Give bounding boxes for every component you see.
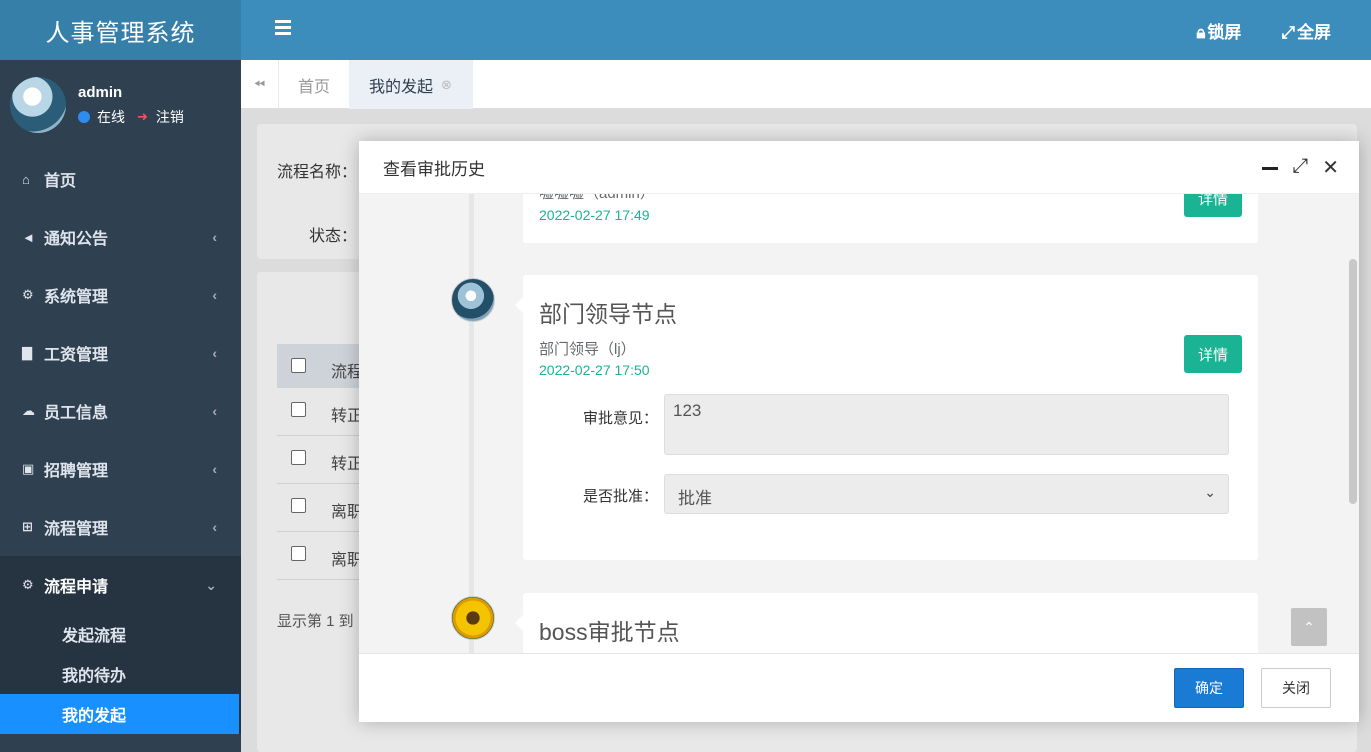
online-status-icon (78, 110, 90, 123)
tab-home[interactable]: 首页 (298, 60, 330, 109)
app-brand: 人事管理系统 (0, 0, 241, 60)
timeline-entry: 部门领导节点 部门领导（lj） 2022-02-27 17:50 详情 审批意见… (515, 275, 1258, 560)
pagination-info: 显示第 1 到 (277, 613, 354, 630)
entry-title: 部门领导节点 (539, 301, 677, 327)
row-checkbox[interactable] (291, 402, 306, 417)
submenu: 发起流程 我的待办 我的发起 (0, 614, 241, 734)
approve-select[interactable]: 批准 ⌄ (664, 474, 1229, 514)
row-checkbox[interactable] (291, 498, 306, 513)
close-icon[interactable]: ✕ (1322, 155, 1339, 180)
entry-title: boss审批节点 (539, 619, 680, 645)
chevron-left-icon: ‹ (212, 519, 217, 535)
row-checkbox[interactable] (291, 450, 306, 465)
approval-history-modal: 查看审批历史 ⤢ ✕ 嘘嘘嘘（admin） 2022-02-27 17:49 详… (359, 141, 1359, 722)
close-button[interactable]: 关闭 (1261, 668, 1331, 708)
nav-system[interactable]: ⚙ 系统管理 ‹ (0, 266, 241, 324)
maximize-icon[interactable]: ⤢ (1292, 155, 1308, 180)
bar-chart-icon: ▇ (22, 345, 32, 360)
chevron-left-icon: ‹ (212, 403, 217, 419)
modal-title: 查看审批历史 (383, 159, 485, 179)
opinion-textarea[interactable]: 123 (664, 394, 1229, 455)
bullhorn-icon: ◄ (22, 229, 35, 245)
tabs-bar: ⏪︎ 首页 我的发起 ⊗ (241, 60, 1371, 109)
chevron-left-icon: ‹ (212, 229, 217, 245)
timeline-entry: 嘘嘘嘘（admin） 2022-02-27 17:49 详情 (523, 194, 1258, 243)
process-name-label: 流程名称： (277, 164, 358, 181)
nav-recruit[interactable]: ▣ 招聘管理 ‹ (0, 440, 241, 498)
chevron-left-icon: ‹ (212, 461, 217, 477)
avatar (451, 596, 495, 640)
sidebar: 人事管理系统 admin 在线 ➜ 注销 ⌂ 首页 ◄ 通知公告 ‹ ⚙ 系统管理 ‹ ▇… (0, 0, 241, 752)
user-panel: admin 在线 ➜ 注销 (0, 60, 241, 150)
nav-process-apply[interactable]: ⚙ 流程申请 ⌄ (0, 556, 241, 614)
logout-link[interactable]: 注销 (156, 107, 184, 127)
nav-home[interactable]: ⌂ 首页 (0, 150, 241, 208)
menu-toggle-icon[interactable] (275, 20, 291, 38)
chevron-left-icon: ‹ (212, 345, 217, 361)
sign-out-icon[interactable]: ➜ (137, 109, 148, 125)
chevron-down-icon: ⌄ (205, 576, 217, 593)
nav-employee[interactable]: ☁ 员工信息 ‹ (0, 382, 241, 440)
modal-footer: 确定 关闭 (359, 653, 1359, 722)
gear-icon: ⚙ (22, 287, 34, 302)
chevron-down-icon: ⌄ (1204, 484, 1216, 500)
sitemap-icon: ⊞ (22, 519, 33, 534)
submenu-my-todo[interactable]: 我的待办 (0, 654, 241, 694)
modal-header: 查看审批历史 ⤢ ✕ (359, 141, 1359, 194)
submenu-start-process[interactable]: 发起流程 (0, 614, 241, 654)
nav-notice[interactable]: ◄ 通知公告 ‹ (0, 208, 241, 266)
entry-time: 2022-02-27 17:49 (539, 207, 650, 223)
nav-process-manage[interactable]: ⊞ 流程管理 ‹ (0, 498, 241, 556)
gears-icon: ⚙ (22, 577, 34, 592)
lock-screen-button[interactable]: 🔒︎ 锁屏 (1196, 18, 1241, 43)
submenu-my-started[interactable]: 我的发起 (0, 694, 239, 734)
opinion-label: 审批意见： (583, 410, 659, 427)
online-status: 在线 (97, 108, 125, 125)
scroll-top-button[interactable]: ⌃ (1291, 608, 1327, 646)
entry-time: 2022-02-27 17:50 (539, 362, 650, 378)
minimize-icon[interactable] (1262, 167, 1279, 170)
tab-close-icon[interactable]: ⊗ (441, 77, 452, 93)
tabs-scroll-left-icon[interactable]: ⏪︎ (241, 60, 279, 109)
tab-my-started[interactable]: 我的发起 ⊗ (349, 60, 473, 109)
approve-label: 是否批准： (583, 488, 659, 505)
timeline-line (469, 194, 474, 653)
nav-salary[interactable]: ▇ 工资管理 ‹ (0, 324, 241, 382)
cloud-icon: ☁ (22, 403, 35, 418)
avatar (451, 278, 495, 322)
avatar (10, 77, 66, 133)
confirm-button[interactable]: 确定 (1174, 668, 1244, 708)
home-icon: ⌂ (22, 171, 30, 187)
scrollbar[interactable] (1349, 259, 1357, 504)
modal-body: 嘘嘘嘘（admin） 2022-02-27 17:49 详情 部门领导节点 部门… (359, 194, 1359, 653)
detail-button[interactable]: 详情 (1184, 194, 1242, 217)
user-name: admin (78, 83, 123, 101)
double-chevron-up-icon: ⌃ (1303, 618, 1315, 635)
fullscreen-button[interactable]: ⤢ 全屏 (1281, 18, 1331, 43)
detail-button[interactable]: 详情 (1184, 335, 1242, 373)
status-label: 状态： (309, 228, 358, 245)
entry-approver: 嘘嘘嘘（admin） (539, 194, 655, 203)
row-checkbox[interactable] (291, 546, 306, 561)
topbar: 🔒︎ 锁屏 ⤢ 全屏 (241, 0, 1371, 60)
select-all-checkbox[interactable] (291, 358, 306, 373)
id-card-icon: ▣ (22, 461, 35, 476)
chevron-left-icon: ‹ (212, 287, 217, 303)
entry-approver: 部门领导（lj） (539, 341, 636, 358)
timeline-entry: boss审批节点 (515, 593, 1258, 653)
